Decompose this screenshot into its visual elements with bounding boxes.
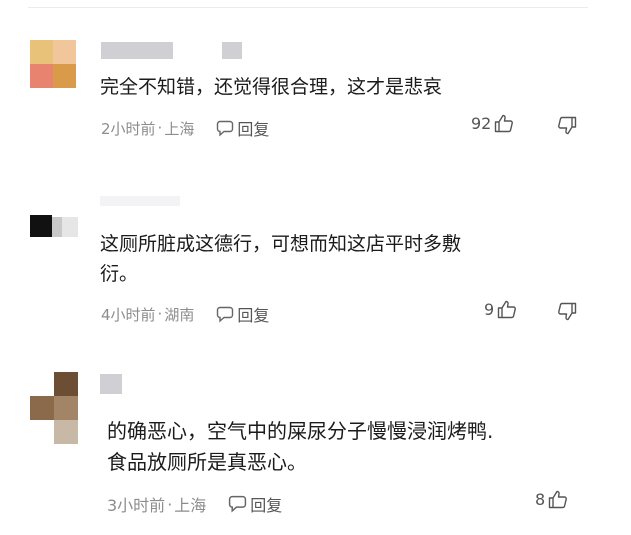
reply-label: 回复 (237, 306, 270, 325)
comment-meta: 2小时前 · 上海 回复 (101, 116, 269, 140)
comment-text-line: 完全不知错，还觉得很合理，这才是悲哀 (100, 76, 443, 98)
comment-text: 的确恶心，空气中的屎尿分子慢慢浸润烤鸭. 食品放厕所是真恶心。 (107, 416, 493, 478)
reply-bubble-icon (229, 495, 247, 513)
meta-separator: · (157, 305, 163, 323)
comment-text-line: 衍。 (100, 263, 139, 285)
comment-text: 完全不知错，还觉得很合理，这才是悲哀 (100, 72, 442, 102)
avatar[interactable] (30, 40, 76, 88)
thumbs-up-icon (548, 490, 568, 509)
comment-text-line: 这厕所脏成这德行，可想而知这店平时多敷 (100, 233, 462, 255)
comment-location: 湖南 (164, 305, 195, 324)
like-count: 9 (484, 300, 495, 319)
meta-separator: · (167, 494, 173, 514)
reply-button[interactable]: 回复 (216, 302, 269, 326)
avatar[interactable] (30, 213, 80, 239)
reply-button[interactable]: 回复 (228, 492, 282, 516)
user-badge-redacted (222, 42, 242, 59)
comment-text-line: 食品放厕所是真恶心。 (107, 450, 307, 474)
reply-label: 回复 (237, 120, 270, 139)
comment-location: 上海 (164, 119, 195, 138)
thumbs-up-icon (495, 114, 514, 133)
like-count: 8 (535, 490, 546, 509)
comment-location: 上海 (174, 496, 207, 515)
top-divider (28, 7, 588, 8)
thumbs-down-icon[interactable] (557, 302, 577, 321)
thumbs-up-icon (497, 300, 517, 319)
comment-text: 这厕所脏成这德行，可想而知这店平时多敷 衍。 (100, 229, 461, 289)
comment-meta: 3小时前 · 上海 回复 (107, 492, 282, 516)
reply-bubble-icon (217, 306, 234, 323)
comment-text-line: 的确恶心，空气中的屎尿分子慢慢浸润烤鸭. (107, 419, 494, 443)
comment-time: 4小时前 (101, 305, 156, 324)
avatar[interactable] (30, 372, 78, 444)
comment-time: 2小时前 (101, 119, 156, 138)
username-redacted[interactable] (100, 196, 180, 206)
comment-time: 3小时前 (107, 496, 166, 515)
username-redacted[interactable] (101, 42, 173, 59)
like-button[interactable]: 9 (484, 300, 517, 319)
reply-button[interactable]: 回复 (216, 116, 269, 140)
meta-separator: · (157, 119, 163, 137)
thumbs-down-icon[interactable] (557, 116, 577, 135)
like-count: 92 (471, 114, 492, 133)
reply-label: 回复 (250, 496, 283, 515)
reply-bubble-icon (217, 120, 234, 137)
like-button[interactable]: 92 (471, 114, 514, 133)
like-button[interactable]: 8 (535, 490, 568, 509)
comment-meta: 4小时前 · 湖南 回复 (101, 302, 269, 326)
username-redacted[interactable] (100, 374, 122, 394)
